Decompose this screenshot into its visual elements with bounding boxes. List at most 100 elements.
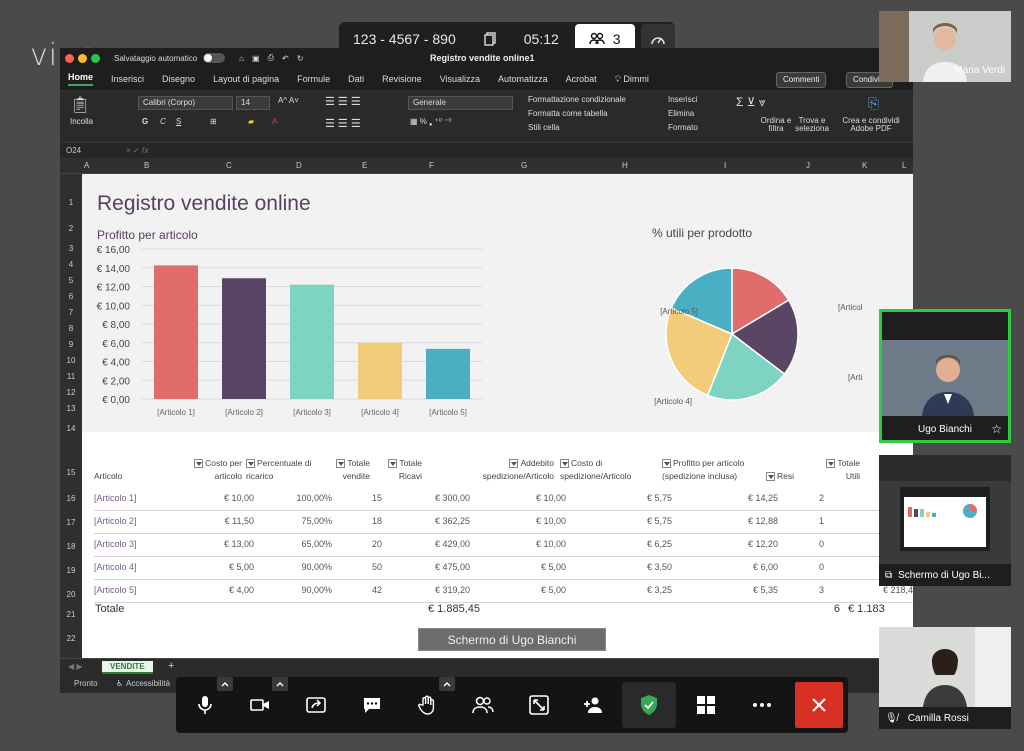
autosave-toggle[interactable] bbox=[203, 53, 226, 63]
camera-button[interactable] bbox=[240, 687, 280, 723]
fullscreen-button[interactable] bbox=[519, 687, 559, 723]
row-header[interactable]: 22 bbox=[60, 634, 82, 643]
table-row[interactable]: [Articolo 1] € 10,00 100,00% 15 € 300,00 € 10… bbox=[94, 488, 913, 511]
row-header[interactable]: 1 bbox=[60, 198, 82, 207]
bar[interactable] bbox=[290, 284, 334, 399]
tab-dati[interactable]: Dati bbox=[348, 74, 364, 84]
col-g[interactable]: G bbox=[521, 161, 527, 170]
paste-label[interactable]: Incolla bbox=[70, 117, 93, 126]
accessibility-icon[interactable]: ♿︎ bbox=[116, 679, 123, 688]
more-options-button[interactable] bbox=[742, 687, 782, 723]
row-header[interactable]: 11 bbox=[60, 372, 82, 381]
format-table-button[interactable]: Formatta come tabella bbox=[528, 109, 608, 118]
align-icon[interactable]: ☰ ☰ ☰ bbox=[325, 95, 361, 108]
sheet-nav-icon[interactable]: ◀ ▶ bbox=[68, 662, 83, 671]
row-header[interactable]: 10 bbox=[60, 356, 82, 365]
col-c[interactable]: C bbox=[226, 161, 232, 170]
share-screen-button[interactable] bbox=[296, 687, 336, 723]
redo-icon[interactable]: ↻ bbox=[297, 54, 304, 63]
save-icon[interactable]: ▣ bbox=[252, 54, 260, 63]
participants-button[interactable] bbox=[463, 687, 503, 723]
filter-dropdown-icon[interactable] bbox=[246, 459, 255, 469]
filter-dropdown-icon[interactable] bbox=[766, 472, 775, 482]
add-participant-button[interactable] bbox=[574, 687, 614, 723]
tab-dimmi[interactable]: 💡︎ Dimmi bbox=[615, 74, 649, 85]
table-row[interactable]: [Articolo 2] € 11,50 75,00% 18 € 362,25 € 10,… bbox=[94, 511, 913, 534]
home-icon[interactable]: ⌂ bbox=[239, 54, 244, 63]
tab-acrobat[interactable]: Acrobat bbox=[566, 74, 597, 84]
bar[interactable] bbox=[154, 265, 198, 399]
print-icon[interactable]: ⎙ bbox=[268, 53, 274, 63]
filter-dropdown-icon[interactable] bbox=[826, 459, 836, 469]
row-header[interactable]: 14 bbox=[60, 424, 82, 433]
col-h[interactable]: H bbox=[622, 161, 628, 170]
col-f[interactable]: F bbox=[429, 161, 434, 170]
security-button[interactable] bbox=[622, 682, 676, 728]
participant-tile-ugo[interactable]: Ugo Bianchi ☆ bbox=[879, 309, 1011, 443]
row-header[interactable]: 19 bbox=[60, 566, 82, 575]
add-sheet-icon[interactable]: + bbox=[168, 660, 174, 672]
tab-visualizza[interactable]: Visualizza bbox=[440, 74, 480, 84]
bar[interactable] bbox=[222, 278, 266, 399]
header-ricarico[interactable]: Percentuale di ricarico bbox=[246, 457, 320, 483]
participant-tile-maria[interactable]: Maria Verdi bbox=[879, 11, 1011, 82]
row-header[interactable]: 12 bbox=[60, 388, 82, 397]
chat-button[interactable] bbox=[352, 687, 392, 723]
sort-filter-button[interactable]: Ordina e filtra bbox=[760, 117, 792, 133]
col-i[interactable]: I bbox=[724, 161, 726, 170]
header-resi[interactable]: Resi bbox=[766, 470, 806, 483]
tab-revisione[interactable]: Revisione bbox=[382, 74, 422, 84]
col-b[interactable]: B bbox=[144, 161, 149, 170]
participant-tile-camilla[interactable]: 🎙︎̸ Camilla Rossi bbox=[879, 627, 1011, 729]
row-header[interactable]: 17 bbox=[60, 518, 82, 527]
bold-icon[interactable]: G bbox=[142, 117, 148, 126]
row-header[interactable]: 6 bbox=[60, 292, 82, 301]
sum-icon[interactable]: Σ ⊻ ⩔ bbox=[736, 95, 766, 110]
fill-color-icon[interactable]: ▰ bbox=[248, 117, 254, 126]
worksheet[interactable]: Registro vendite online Profitto per art… bbox=[82, 174, 913, 658]
row-header[interactable]: 3 bbox=[60, 244, 82, 253]
cell-styles-button[interactable]: Stili cella bbox=[528, 123, 560, 132]
tab-disegno[interactable]: Disegno bbox=[162, 74, 195, 84]
row-header[interactable]: 15 bbox=[60, 468, 82, 477]
row-header[interactable]: 13 bbox=[60, 404, 82, 413]
font-size-select[interactable]: 14 bbox=[236, 96, 270, 110]
align-h-icon[interactable]: ☰ ☰ ☰ bbox=[325, 117, 361, 130]
font-color-icon[interactable]: A bbox=[272, 117, 277, 126]
row-header[interactable]: 16 bbox=[60, 494, 82, 503]
filter-dropdown-icon[interactable] bbox=[662, 459, 671, 469]
filter-dropdown-icon[interactable] bbox=[388, 459, 398, 469]
header-addebito[interactable]: Addebito spedizione/Articolo bbox=[458, 457, 554, 483]
create-pdf-button[interactable]: Crea e condividi Adobe PDF bbox=[838, 117, 904, 133]
table-row[interactable]: [Articolo 4] € 5,00 90,00% 50 € 475,00 € 5,00… bbox=[94, 557, 913, 580]
header-vendite[interactable]: Totale vendite bbox=[324, 457, 370, 483]
minimize-window-icon[interactable] bbox=[78, 53, 87, 63]
font-select[interactable]: Calibri (Corpo) bbox=[138, 96, 233, 110]
header-costo-spedizione[interactable]: Costo di spedizione/Articolo bbox=[560, 457, 656, 483]
row-header[interactable]: 8 bbox=[60, 324, 82, 333]
name-box[interactable]: O24 bbox=[66, 146, 112, 155]
underline-icon[interactable]: S bbox=[176, 117, 181, 126]
filter-dropdown-icon[interactable] bbox=[509, 459, 519, 469]
microphone-button[interactable] bbox=[185, 687, 225, 723]
status-accessibility[interactable]: Accessibilità bbox=[126, 679, 170, 688]
col-e[interactable]: E bbox=[362, 161, 367, 170]
star-icon[interactable]: ☆ bbox=[991, 422, 1002, 436]
formula-input[interactable] bbox=[159, 145, 913, 157]
italic-icon[interactable]: C bbox=[160, 117, 166, 126]
sheet-tab-vendite[interactable]: VENDITE bbox=[102, 661, 153, 674]
header-utili[interactable]: Totale Utili bbox=[820, 457, 860, 483]
row-header[interactable]: 21 bbox=[60, 610, 82, 619]
col-a[interactable]: A bbox=[84, 161, 89, 170]
filter-dropdown-icon[interactable] bbox=[560, 459, 569, 469]
bar[interactable] bbox=[358, 342, 402, 399]
font-grow-icon[interactable]: A^ A˅ bbox=[278, 96, 299, 105]
paste-icon[interactable]: 📋︎ bbox=[70, 95, 90, 115]
undo-icon[interactable]: ↶ bbox=[282, 54, 289, 63]
tab-automatizza[interactable]: Automatizza bbox=[498, 74, 548, 84]
row-header[interactable]: 18 bbox=[60, 542, 82, 551]
table-row[interactable]: [Articolo 3] € 13,00 65,00% 20 € 429,00 € 10,… bbox=[94, 534, 913, 557]
col-l[interactable]: L bbox=[902, 161, 906, 170]
filter-dropdown-icon[interactable] bbox=[194, 459, 204, 469]
comments-button[interactable]: Commenti bbox=[776, 72, 827, 88]
